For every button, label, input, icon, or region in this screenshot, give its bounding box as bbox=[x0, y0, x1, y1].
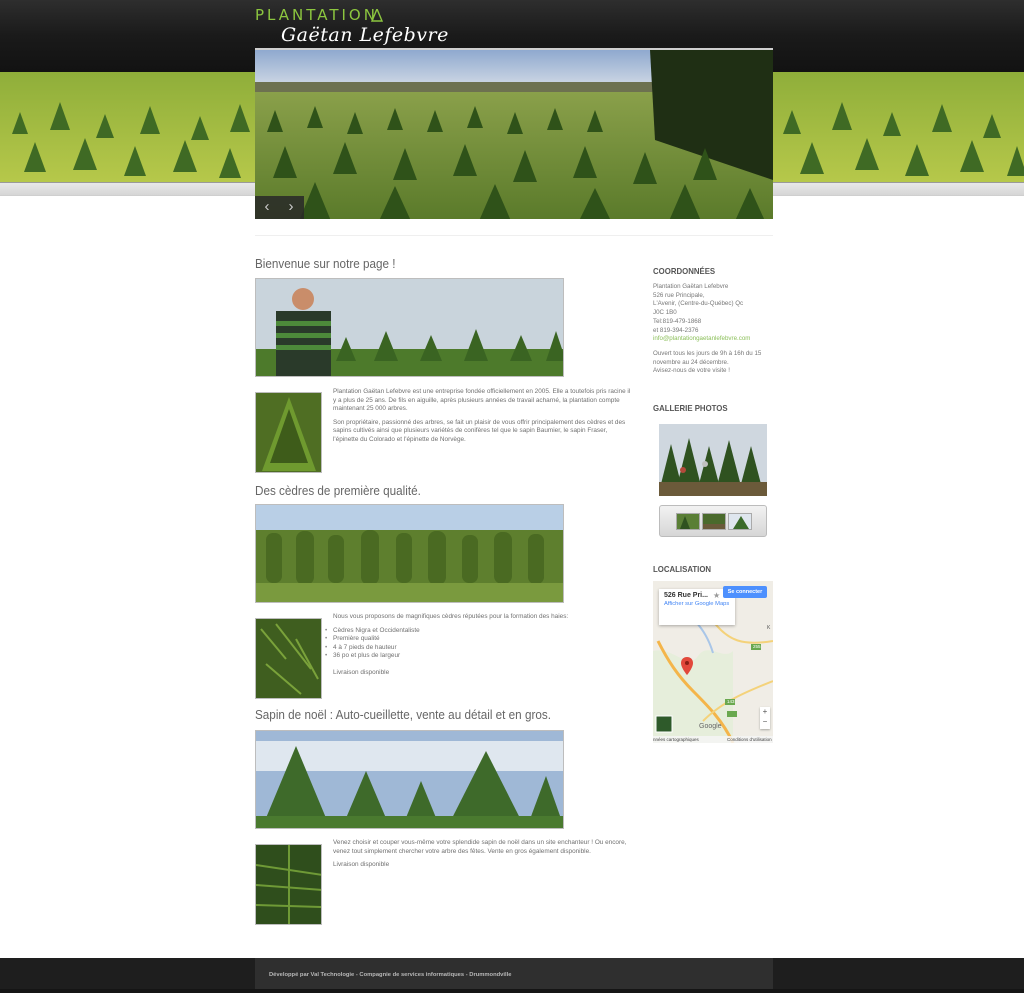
view-on-google-maps-link[interactable]: Afficher sur Google Maps bbox=[664, 601, 730, 608]
contact-title: COORDONNÉES bbox=[653, 266, 716, 276]
slider-prev-button[interactable]: ‹ bbox=[255, 196, 279, 219]
list-item: 36 po et plus de largeur bbox=[325, 652, 633, 661]
cedars-delivery-note: Livraison disponible bbox=[333, 668, 390, 676]
email-link[interactable]: info@plantationgaetanlefebvre.com bbox=[653, 335, 775, 344]
gallery-main-image[interactable] bbox=[659, 424, 767, 496]
map-title: LOCALISATION bbox=[653, 564, 712, 574]
tree-icon bbox=[371, 9, 383, 22]
slider-nav: ‹ › bbox=[255, 196, 304, 219]
opening-hours: Ouvert tous les jours de 9h à 16h du 15 … bbox=[653, 349, 762, 366]
cedars-intro: Nous vous proposons de magnifiques cèdre… bbox=[333, 613, 569, 620]
banner-left-field bbox=[0, 72, 256, 182]
cedars-text: Nous vous proposons de magnifiques cèdre… bbox=[325, 613, 633, 683]
fir-thumb bbox=[255, 844, 322, 925]
footer-credit[interactable]: Développé par Val Technologie - Compagni… bbox=[269, 972, 511, 978]
map-place-label: K bbox=[767, 625, 771, 631]
contact-line: Plantation Gaëtan Lefebvre bbox=[653, 283, 729, 290]
contact-line: L'Avenir, (Centre-du-Québec) Qc bbox=[653, 300, 744, 308]
christmas-intro: Venez choisir et couper vous-même votre … bbox=[333, 839, 627, 855]
welcome-paragraph-2: Son propriétaire, passionné des arbres, … bbox=[333, 418, 626, 443]
list-item: Première qualité bbox=[325, 635, 633, 644]
banner-right-field bbox=[772, 72, 1024, 182]
cedar-thumb bbox=[255, 618, 322, 699]
spruce-thumb bbox=[255, 392, 322, 473]
cedars-features-list: Cèdres Nigra et Occidentaliste Première … bbox=[325, 627, 633, 661]
route-label: 255 bbox=[753, 644, 761, 649]
welcome-paragraph-1: Plantation Gaëtan Lefebvre est une entre… bbox=[333, 388, 631, 413]
christmas-trees-photo bbox=[255, 730, 564, 829]
welcome-text: Plantation Gaëtan Lefebvre est une entre… bbox=[333, 388, 633, 450]
cedar-field-photo bbox=[255, 504, 564, 603]
gallery-thumb-strip bbox=[659, 505, 767, 537]
section-title-welcome: Bienvenue sur notre page ! bbox=[255, 256, 396, 271]
christmas-delivery-note: Livraison disponible bbox=[333, 861, 390, 869]
section-title-cedars: Des cèdres de première qualité. bbox=[255, 483, 421, 498]
location-map[interactable]: 255 143 K 526 Rue Pri... Afficher sur Go… bbox=[653, 581, 773, 743]
map-zoom-control[interactable]: + − bbox=[760, 707, 770, 729]
site-logo[interactable]: PLANTATION Gaëtan Lefebvre bbox=[255, 4, 475, 48]
logo-line-name: Gaëtan Lefebvre bbox=[281, 24, 449, 46]
slider-next-button[interactable]: › bbox=[279, 196, 303, 219]
gallery-thumb[interactable] bbox=[702, 513, 726, 530]
google-logo: Google bbox=[699, 723, 722, 730]
map-signin-button[interactable]: Se connecter bbox=[723, 586, 767, 598]
footer-base bbox=[0, 989, 1024, 993]
gallery-thumb[interactable] bbox=[676, 513, 700, 530]
hero-slider[interactable]: ‹ › bbox=[255, 48, 773, 219]
hero-slide-image bbox=[255, 50, 773, 219]
star-icon[interactable]: ★ bbox=[713, 591, 720, 600]
section-title-christmas: Sapin de noël : Auto-cueillette, vente a… bbox=[255, 707, 551, 722]
zoom-out-icon[interactable]: − bbox=[760, 717, 770, 727]
gallery-thumb[interactable] bbox=[728, 513, 752, 530]
map-data-credit: nnées cartographiques bbox=[653, 737, 699, 742]
owner-photo bbox=[255, 278, 564, 377]
map-terms-link[interactable]: Conditions d'utilisation bbox=[727, 736, 772, 743]
contact-line: J0C 1B0 bbox=[653, 309, 677, 317]
zoom-in-icon[interactable]: + bbox=[760, 707, 770, 717]
map-footer: nnées cartographiques Conditions d'utili… bbox=[653, 736, 773, 743]
christmas-text: Venez choisir et couper vous-même votre … bbox=[333, 839, 633, 875]
list-item: 4 à 7 pieds de hauteur bbox=[325, 644, 633, 653]
gallery-title: GALLERIE PHOTOS bbox=[653, 403, 728, 413]
list-item: Cèdres Nigra et Occidentaliste bbox=[325, 627, 633, 636]
logo-line-plantation: PLANTATION bbox=[255, 6, 378, 24]
contact-info: Plantation Gaëtan Lefebvre 526 rue Princ… bbox=[653, 283, 775, 376]
route-label: 143 bbox=[727, 699, 735, 704]
divider bbox=[255, 235, 773, 236]
sidebar: COORDONNÉES Plantation Gaëtan Lefebvre 5… bbox=[653, 266, 775, 743]
contact-line: 526 rue Principale, bbox=[653, 291, 705, 299]
contact-line: et 819-394-2376 bbox=[653, 326, 699, 334]
visit-notice: Avisez-nous de votre visite ! bbox=[653, 367, 730, 375]
contact-line: Tel:819-479-1868 bbox=[653, 317, 702, 325]
